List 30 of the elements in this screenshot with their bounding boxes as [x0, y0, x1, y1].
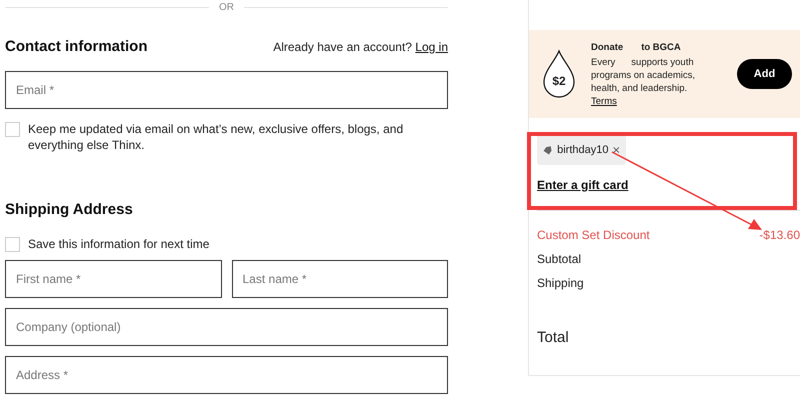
- input-field[interactable]: Company (optional): [5, 308, 448, 346]
- donation-text: Every supports youth programs on academics, health, and leadership. Terms: [591, 56, 696, 108]
- donation-title: Donate: [591, 40, 624, 54]
- checkbox-label: Save this information for next time: [28, 236, 210, 252]
- summary-label: Shipping: [537, 276, 584, 290]
- tag-icon: [543, 144, 552, 156]
- input-field[interactable]: Email *: [5, 71, 448, 109]
- checkbox[interactable]: [5, 237, 20, 252]
- input-field[interactable]: Last name *: [232, 260, 448, 298]
- gift-card-link[interactable]: Enter a gift card: [537, 178, 800, 192]
- summary-value: -$13.60: [759, 228, 800, 242]
- add-button[interactable]: Add: [737, 59, 792, 89]
- donation-title: to BGCA: [641, 40, 681, 54]
- checkbox[interactable]: [5, 122, 20, 137]
- discount-code: birthday10: [557, 144, 608, 156]
- section-title: Contact information: [5, 38, 148, 55]
- checkbox-label: Keep me updated via email on what’s new, exclusive offers, blogs, and everything else Thinx.: [28, 121, 404, 153]
- section-title: Shipping Address: [5, 201, 134, 218]
- drop-icon: [541, 49, 577, 99]
- summary-label: Custom Set Discount: [537, 228, 650, 242]
- divider-label: OR: [219, 2, 234, 12]
- login-link[interactable]: Log in: [415, 40, 448, 54]
- terms-link[interactable]: Terms: [591, 96, 617, 106]
- close-icon[interactable]: [613, 145, 620, 155]
- input-field[interactable]: Address *: [5, 356, 448, 394]
- summary-label: Subtotal: [537, 252, 582, 266]
- account-prompt: Already have an account?: [273, 40, 412, 54]
- donation-amount: $2: [552, 74, 566, 88]
- input-field[interactable]: First name *: [5, 260, 222, 298]
- summary-label: Total: [537, 328, 569, 346]
